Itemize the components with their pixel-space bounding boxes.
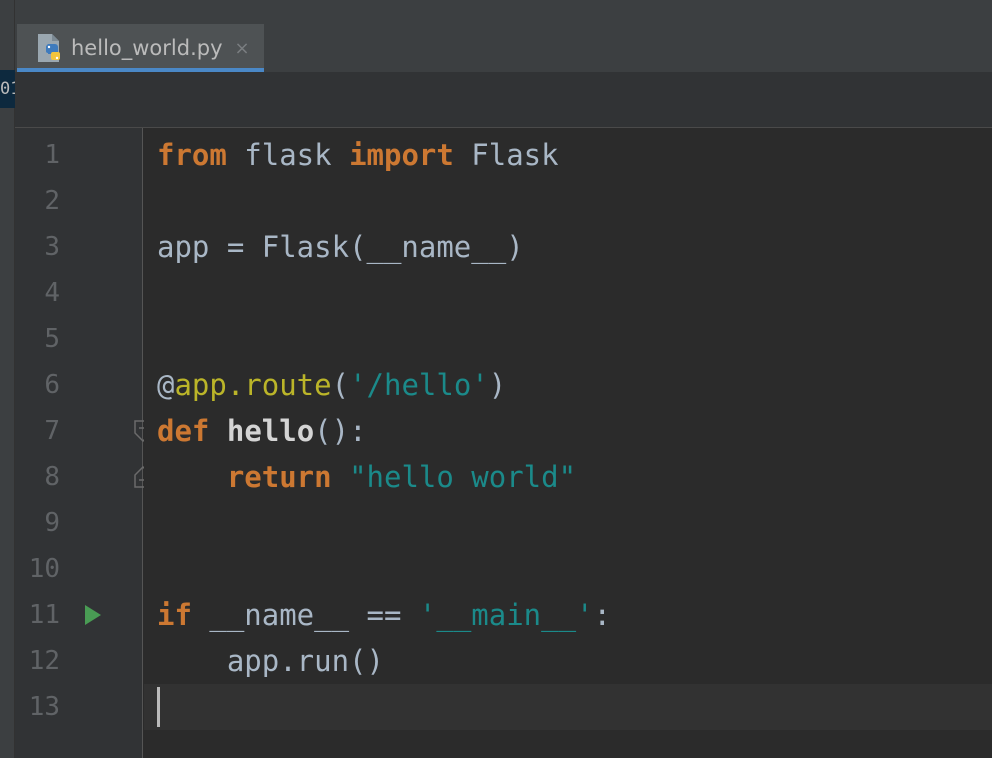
line-number: 6 <box>44 370 60 400</box>
editor-breadcrumb-bar <box>15 72 992 128</box>
line-number: 3 <box>44 232 60 262</box>
code-line[interactable]: if __name__ == '__main__': <box>157 592 611 638</box>
code-token: import <box>349 138 454 172</box>
tab-filename: hello_world.py <box>71 36 223 60</box>
line-number: 5 <box>44 324 60 354</box>
line-number: 13 <box>28 692 60 722</box>
line-number: 1 <box>44 140 60 170</box>
python-file-icon <box>33 31 67 65</box>
code-token: ) <box>488 368 507 402</box>
code-token: app.run() <box>157 644 384 678</box>
line-number: 8 <box>44 462 60 492</box>
text-caret <box>157 687 160 727</box>
code-token: if <box>157 598 192 632</box>
line-number: 9 <box>44 508 60 538</box>
code-token: hello <box>226 414 315 448</box>
code-token: ( <box>331 368 350 402</box>
code-line[interactable]: def hello(): <box>157 408 367 454</box>
project-panel-badge: 01 <box>0 70 15 108</box>
code-line[interactable]: @app.route('/hello') <box>157 362 506 408</box>
code-token: "hello world" <box>349 460 577 494</box>
line-number: 11 <box>28 600 60 630</box>
editor-tab-hello-world[interactable]: hello_world.py × <box>17 24 264 72</box>
code-line[interactable]: from flask import Flask <box>157 132 559 178</box>
code-line[interactable]: app.run() <box>157 638 384 684</box>
line-number: 10 <box>28 554 60 584</box>
code-token: __name__ == <box>191 598 419 632</box>
ide-window: 01 hello_world.py × 12345678910111213 fr… <box>0 0 992 758</box>
code-token: (): <box>314 414 367 448</box>
code-token: app.route <box>174 368 332 402</box>
code-token: : <box>593 598 611 632</box>
code-token: return <box>226 460 332 494</box>
line-number: 2 <box>44 186 60 216</box>
line-number: 4 <box>44 278 60 308</box>
editor-gutter: 1 2 3 4 5 6 7 8 9 10 11 12 13 <box>15 128 152 758</box>
code-token: '__main__' <box>418 598 594 632</box>
code-editor[interactable]: from flask import Flask app = Flask(__nam… <box>144 128 992 758</box>
code-token: Flask <box>453 138 559 172</box>
line-number: 7 <box>44 416 60 446</box>
code-token: @ <box>157 368 175 402</box>
line-number: 12 <box>28 646 60 676</box>
code-token: '/hello' <box>349 368 489 402</box>
close-icon[interactable]: × <box>235 38 250 59</box>
run-icon[interactable] <box>85 605 101 625</box>
caret-line-highlight <box>144 684 992 730</box>
code-line[interactable]: return "hello world" <box>157 454 576 500</box>
code-line[interactable]: app = Flask(__name__) <box>157 224 524 270</box>
code-token: def <box>157 414 210 448</box>
code-token: app = Flask(__name__) <box>157 230 524 264</box>
code-token: flask <box>226 138 350 172</box>
code-token: from <box>157 138 227 172</box>
